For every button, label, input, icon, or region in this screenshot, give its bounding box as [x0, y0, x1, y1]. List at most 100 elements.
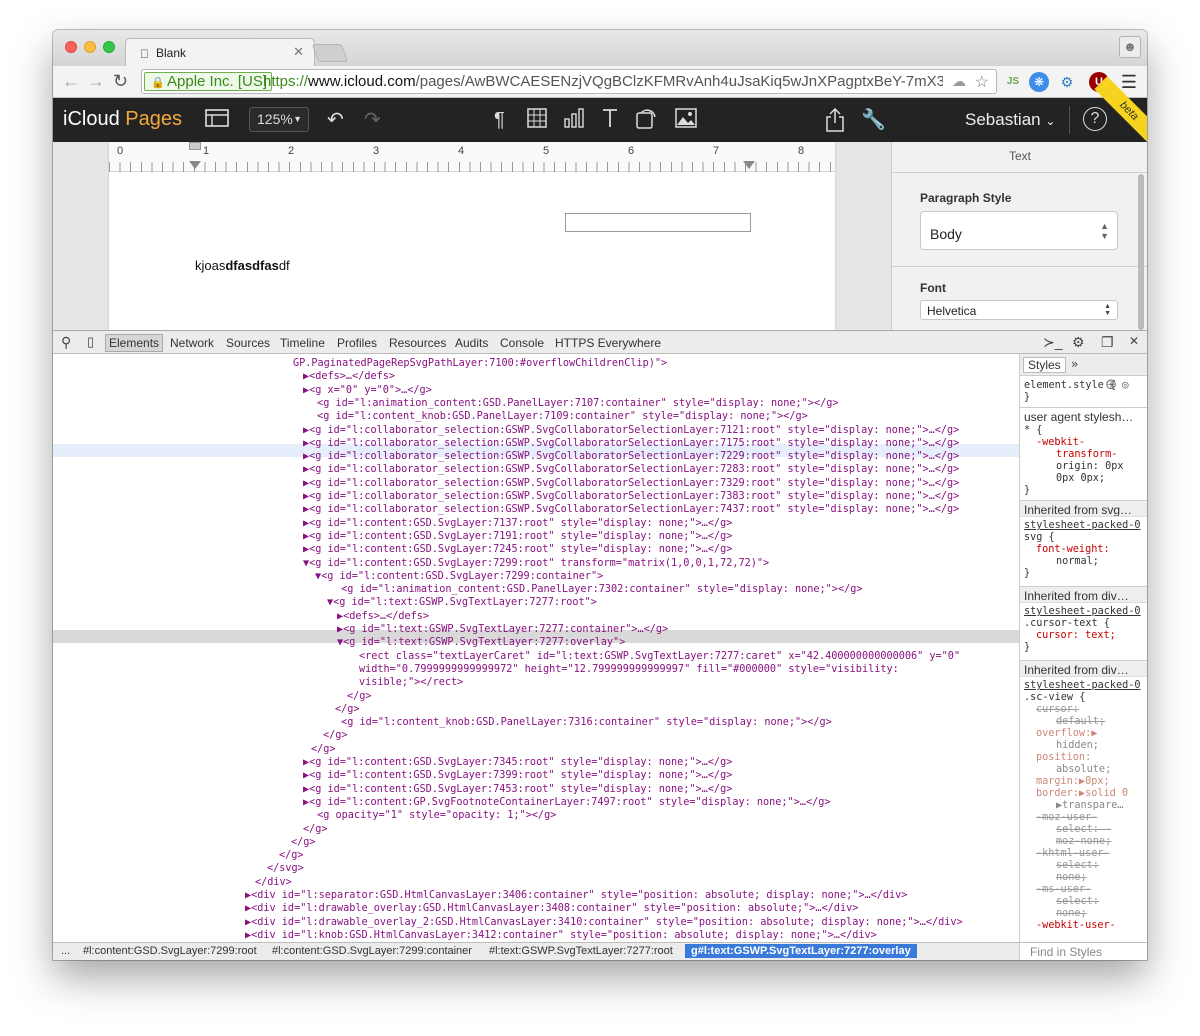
zoom-window-button[interactable] — [103, 41, 115, 53]
tab-resources[interactable]: Resources — [389, 336, 446, 350]
ev-certificate-badge[interactable]: 🔒 Apple Inc. [US] — [144, 72, 273, 91]
code-line[interactable]: visible;"></rect> — [359, 676, 463, 689]
code-line[interactable]: ▶<g id="l:content:GSD.SvgLayer:7345:root… — [303, 756, 732, 769]
table-icon[interactable] — [527, 108, 547, 134]
user-menu[interactable]: Sebastian ⌄ — [965, 110, 1055, 130]
shape-icon[interactable] — [635, 108, 657, 136]
add-rule-icon[interactable]: ⨁ — [1106, 379, 1116, 390]
code-line[interactable]: ▶<g id="l:content:GSD.SvgLayer:7191:root… — [303, 530, 732, 543]
share-icon[interactable] — [825, 107, 845, 138]
tab-sources[interactable]: Sources — [226, 336, 270, 350]
code-line[interactable]: </div> — [255, 876, 292, 889]
code-line[interactable]: ▶<g id="l:content:GSD.SvgLayer:7399:root… — [303, 769, 732, 782]
tab-console[interactable]: Console — [500, 336, 544, 350]
code-line[interactable]: </g> — [347, 690, 372, 703]
code-line[interactable]: ▶<g id="l:collaborator_selection:GSWP.Sv… — [303, 424, 959, 437]
code-line[interactable]: GP.PaginatedPageRepSvgPathLayer:7100:#ov… — [293, 357, 667, 370]
code-line[interactable]: </g> — [311, 743, 336, 756]
code-line[interactable]: ▶<g id="l:content:GP.SvgFootnoteContaine… — [303, 796, 830, 809]
code-line[interactable]: ▶<g id="l:collaborator_selection:GSWP.Sv… — [303, 450, 959, 463]
code-line[interactable]: ▶<g x="0" y="0">…</g> — [303, 384, 432, 397]
menu-icon[interactable]: ☰ — [1119, 72, 1139, 92]
code-line[interactable]: </g> — [335, 703, 360, 716]
tab-audits[interactable]: Audits — [455, 336, 488, 350]
network-extension-icon[interactable]: ⚙ — [1057, 72, 1077, 92]
js-extension-icon[interactable]: JS — [1003, 72, 1023, 92]
tab-network[interactable]: Network — [170, 336, 214, 350]
code-line[interactable]: <g id="l:animation_content:GSD.PanelLaye… — [311, 397, 838, 410]
code-line[interactable]: ▶<div id="l:drawable_overlay:GSD.HtmlCan… — [245, 902, 858, 915]
code-line[interactable]: ▶<defs>…</defs> — [303, 370, 395, 383]
code-line[interactable]: <g opacity="1" style="opacity: 1;"></g> — [311, 809, 556, 822]
inspect-search-icon[interactable]: ⚲ — [61, 334, 71, 351]
format-panel-title[interactable]: Text — [892, 149, 1147, 163]
code-line[interactable]: ▼<g id="l:content:GSD.SvgLayer:7299:cont… — [315, 570, 603, 583]
code-line[interactable]: ▶<g id="l:content:GSD.SvgLayer:7245:root… — [303, 543, 732, 556]
code-line[interactable]: </g> — [323, 729, 348, 742]
code-line[interactable]: ▶<g id="l:collaborator_selection:GSWP.Sv… — [303, 490, 959, 503]
text-box[interactable] — [565, 213, 751, 232]
tab-styles[interactable]: Styles — [1023, 357, 1066, 373]
globe-extension-icon[interactable]: ❋ — [1029, 72, 1049, 92]
breadcrumb-item[interactable]: ... — [61, 945, 70, 957]
first-line-indent-marker[interactable] — [189, 142, 201, 150]
code-line[interactable]: ▶<g id="l:collaborator_selection:GSWP.Sv… — [303, 477, 959, 490]
chart-icon[interactable] — [563, 108, 585, 134]
code-line[interactable]: </g> — [279, 849, 304, 862]
tab-timeline[interactable]: Timeline — [280, 336, 325, 350]
document-page[interactable]: 0 1 2 3 4 5 6 7 8 kjoasdfasdfasdf — [109, 142, 835, 330]
sidebar-view-icon[interactable] — [205, 108, 229, 134]
close-tab-icon[interactable]: ✕ — [293, 44, 304, 60]
element-style-rule[interactable]: element.style { — [1024, 380, 1116, 392]
image-icon[interactable] — [675, 108, 697, 134]
panel-scrollbar[interactable] — [1138, 174, 1144, 330]
code-line[interactable]: ▶<g id="l:text:GSWP.SvgTextLayer:7277:co… — [337, 623, 668, 636]
code-line[interactable]: <g id="l:content_knob:GSD.PanelLayer:710… — [311, 410, 808, 423]
code-line[interactable]: ▶<g id="l:content:GSD.SvgLayer:7453:root… — [303, 783, 732, 796]
forward-icon[interactable]: → — [87, 71, 105, 92]
code-line[interactable]: ▶<g id="l:collaborator_selection:GSWP.Sv… — [303, 503, 959, 516]
profile-icon[interactable]: ☻ — [1119, 36, 1141, 58]
toggle-state-icon[interactable]: ◎ — [1122, 378, 1129, 391]
code-line[interactable]: <g id="l:animation_content:GSD.PanelLaye… — [335, 583, 862, 596]
right-indent-marker[interactable] — [743, 161, 755, 169]
gear-icon[interactable]: ⚙ — [1072, 334, 1085, 351]
inherited-header[interactable]: Inherited from svg… — [1020, 500, 1147, 517]
breadcrumb-item[interactable]: #l:content:GSD.SvgLayer:7299:container — [272, 945, 472, 957]
ruler[interactable]: 0 1 2 3 4 5 6 7 8 — [109, 142, 835, 172]
minimize-window-button[interactable] — [84, 41, 96, 53]
tab-profiles[interactable]: Profiles — [337, 336, 377, 350]
paragraph-style-select[interactable]: Body ▲ ▼ — [920, 211, 1118, 250]
code-line[interactable]: ▶<g id="l:collaborator_selection:GSWP.Sv… — [303, 463, 959, 476]
code-line[interactable]: ▶<div id="l:separator:GSD.HtmlCanvasLaye… — [245, 889, 907, 902]
text-box-icon[interactable] — [600, 108, 620, 134]
code-line[interactable]: ▶<defs>…</defs> — [337, 610, 429, 623]
help-icon[interactable]: ? — [1083, 107, 1107, 131]
breadcrumb-item[interactable]: #l:text:GSWP.SvgTextLayer:7277:root — [489, 945, 673, 957]
close-window-button[interactable] — [65, 41, 77, 53]
redo-icon[interactable]: ↷ — [364, 108, 381, 132]
bookmark-star-icon[interactable]: ☆ — [975, 72, 989, 92]
device-mode-icon[interactable]: ▯ — [87, 334, 94, 350]
stylesheet-link[interactable]: stylesheet-packed-0 — [1024, 680, 1141, 691]
code-line[interactable]: </g> — [291, 836, 316, 849]
code-line[interactable]: ▶<g id="l:collaborator_selection:GSWP.Sv… — [303, 437, 959, 450]
breadcrumb-item[interactable]: #l:content:GSD.SvgLayer:7299:root — [83, 945, 257, 957]
console-drawer-icon[interactable]: ≻_ — [1043, 334, 1063, 351]
breadcrumb-item-selected[interactable]: g#l:text:GSWP.SvgTextLayer:7277:overlay — [685, 944, 917, 958]
tab-elements[interactable]: Elements — [105, 334, 164, 352]
pilcrow-icon[interactable]: ¶ — [494, 108, 505, 132]
code-line[interactable]: ▼<g id="l:content:GSD.SvgLayer:7299:root… — [303, 557, 769, 570]
undo-icon[interactable]: ↶ — [327, 108, 344, 132]
inherited-header[interactable]: Inherited from div… — [1020, 660, 1147, 677]
code-line[interactable]: width="0.7999999999999972" height="12.79… — [359, 663, 899, 676]
address-bar[interactable]: 🔒 Apple Inc. [US] https://www.icloud.com… — [141, 69, 997, 94]
code-line[interactable]: <g id="l:content_knob:GSD.PanelLayer:731… — [335, 716, 832, 729]
wrench-icon[interactable]: 🔧 — [861, 108, 886, 132]
back-icon[interactable]: ← — [62, 71, 80, 92]
font-select[interactable]: Helvetica ▲ ▼ — [920, 300, 1118, 320]
cloud-icon[interactable]: ☁ — [952, 73, 966, 90]
document-text[interactable]: kjoasdfasdfasdf — [195, 258, 290, 273]
left-indent-marker[interactable] — [189, 161, 201, 169]
code-line[interactable]: ▶<div id="l:knob:GSD.HtmlCanvasLayer:341… — [245, 929, 877, 942]
